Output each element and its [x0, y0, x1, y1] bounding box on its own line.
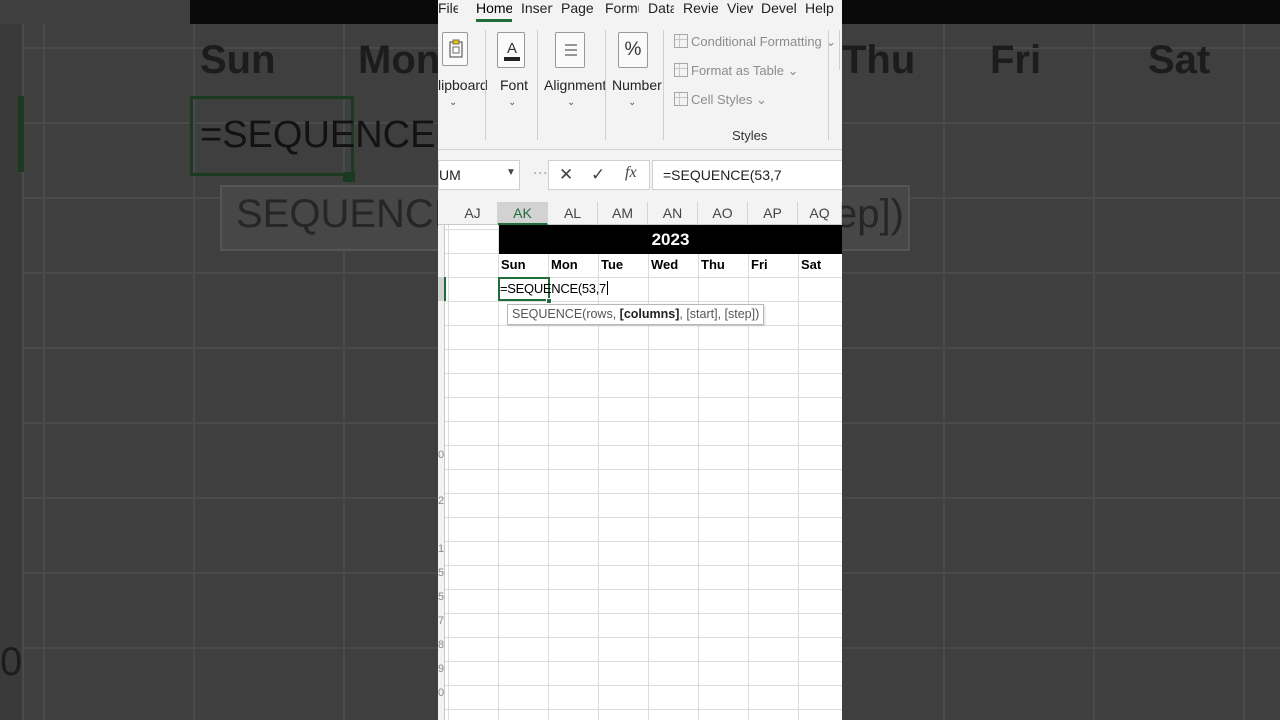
column-header-ap[interactable]: AP [748, 202, 798, 225]
row-number-fragment: 7 [438, 615, 445, 627]
ribbon-separator [663, 30, 664, 140]
name-box-dropdown-icon[interactable]: ▼ [506, 167, 516, 178]
clipboard-label: lipboard [438, 77, 488, 93]
row-number-fragment: 1 [438, 543, 445, 555]
formula-bar-grip-icon[interactable]: ⋮ [533, 166, 549, 179]
clipboard-chevron-icon[interactable]: ⌄ [449, 97, 457, 108]
font-color-icon: A [504, 40, 520, 61]
tab-page-layout[interactable]: Page L [561, 0, 597, 22]
bg-day-fri: Fri [990, 38, 1042, 82]
conditional-formatting-icon [674, 34, 688, 48]
conditional-formatting-button[interactable]: Conditional Formatting ⌄ [674, 34, 836, 54]
table-icon [674, 63, 688, 77]
column-header-aj[interactable]: AJ [448, 202, 498, 225]
column-header-ak[interactable]: AK [498, 202, 548, 225]
cell-styles-icon [674, 92, 688, 106]
align-lines-icon [565, 44, 577, 56]
day-header-wed[interactable]: Wed [651, 257, 678, 272]
day-header-mon[interactable]: Mon [551, 257, 578, 272]
tooltip-current-argument: [columns] [619, 307, 680, 321]
bg-tooltip-right-text: ep]) [835, 192, 904, 236]
active-cell-formula: =SEQUENCE(53,7 [500, 281, 606, 296]
video-frame: Sun Mon Thu Fri Sat =SEQUENCE(53 SEQUENC… [0, 0, 1280, 720]
cell-grid[interactable]: 0 2 1 5 5 7 8 9 0 2023 Sun Mon Tue Wed T… [438, 225, 842, 720]
tab-data[interactable]: Data [648, 0, 674, 22]
styles-group-label: Styles [732, 128, 768, 143]
tab-review[interactable]: Review [683, 0, 718, 22]
row-number-fragment: 5 [438, 567, 445, 579]
tooltip-prefix: SEQUENCE(rows, [512, 307, 620, 321]
alignment-button[interactable] [555, 32, 585, 68]
clipboard-icon [449, 39, 463, 58]
ribbon-separator [828, 30, 829, 140]
formula-input[interactable]: =SEQUENCE(53,7 [652, 160, 842, 190]
column-header-ao[interactable]: AO [698, 202, 748, 225]
tab-help[interactable]: Help [805, 0, 835, 22]
ribbon: lipboard ⌄ A Font ⌄ Alignment ⌄ % Number… [438, 22, 842, 150]
tab-insert[interactable]: Insert [521, 0, 553, 22]
tab-view[interactable]: View [727, 0, 753, 22]
font-chevron-icon[interactable]: ⌄ [508, 97, 516, 108]
alignment-chevron-icon[interactable]: ⌄ [567, 97, 575, 108]
ribbon-separator [605, 30, 606, 140]
ribbon-separator [839, 30, 840, 70]
cell-styles-label: Cell Styles [691, 92, 753, 107]
row-number-fragment: 0 [438, 687, 445, 699]
formula-bar: UM ▼ ⋮ ✕ ✓ fx =SEQUENCE(53,7 [438, 150, 842, 202]
column-header-an[interactable]: AN [648, 202, 698, 225]
tooltip-suffix: , [start], [step]) [679, 307, 760, 321]
font-label: Font [500, 77, 529, 93]
active-cell-text[interactable]: =SEQUENCE(53,7 [500, 281, 608, 296]
bg-day-mon: Mon [358, 38, 441, 82]
format-as-table-label: Format as Table [691, 63, 784, 78]
number-chevron-icon[interactable]: ⌄ [628, 97, 636, 108]
day-header-sat[interactable]: Sat [801, 257, 821, 272]
number-button[interactable]: % [618, 32, 648, 68]
alignment-label: Alignment [544, 77, 607, 93]
day-header-fri[interactable]: Fri [751, 257, 768, 272]
bg-row-selection [18, 96, 24, 172]
insert-function-icon[interactable]: fx [625, 164, 637, 182]
column-header-am[interactable]: AM [598, 202, 648, 225]
bg-day-sun: Sun [200, 38, 276, 82]
day-header-thu[interactable]: Thu [701, 257, 725, 272]
cancel-icon[interactable]: ✕ [559, 165, 573, 185]
selected-row-header[interactable] [438, 277, 446, 301]
cell-styles-button[interactable]: Cell Styles ⌄ [674, 92, 767, 112]
excel-window: File Home Insert Page L Formu Data Revie… [438, 0, 842, 720]
bg-day-thu: Thu [842, 38, 916, 82]
conditional-formatting-label: Conditional Formatting [691, 34, 822, 49]
column-header-aq[interactable]: AQ [798, 202, 842, 225]
column-header-al[interactable]: AL [548, 202, 598, 225]
ribbon-tabs: File Home Insert Page L Formu Data Revie… [438, 0, 842, 22]
function-tooltip[interactable]: SEQUENCE(rows, [columns], [start], [step… [507, 304, 765, 325]
svg-text:A: A [507, 40, 517, 57]
percent-icon: % [624, 39, 642, 60]
formula-buttons: ✕ ✓ fx [548, 160, 650, 190]
day-header-sun[interactable]: Sun [501, 257, 526, 272]
day-header-tue[interactable]: Tue [601, 257, 623, 272]
ribbon-separator [485, 30, 486, 140]
clipboard-button[interactable] [442, 32, 468, 66]
tab-formulas[interactable]: Formu [605, 0, 639, 22]
row-number-fragment: 9 [438, 663, 445, 675]
row-number-fragment: 5 [438, 591, 445, 603]
year-header-cell[interactable]: 2023 [499, 225, 842, 254]
row-number-fragment: 2 [438, 495, 445, 507]
bg-left-fragment: 0 [0, 640, 23, 684]
ribbon-separator [537, 30, 538, 140]
tab-developer[interactable]: Develc [761, 0, 797, 22]
tab-home[interactable]: Home [476, 0, 512, 22]
bg-fill-handle [343, 172, 355, 182]
bg-day-sat: Sat [1148, 38, 1211, 82]
format-as-table-button[interactable]: Format as Table ⌄ [674, 63, 798, 83]
enter-icon[interactable]: ✓ [591, 165, 605, 185]
row-number-fragment: 8 [438, 639, 445, 651]
row-number-fragment: 0 [438, 449, 445, 461]
font-button[interactable]: A [497, 32, 525, 68]
column-headers: AJ AK AL AM AN AO AP AQ [438, 202, 842, 225]
number-label: Number [612, 77, 662, 93]
text-caret [606, 281, 608, 295]
tab-file[interactable]: File [438, 0, 458, 22]
